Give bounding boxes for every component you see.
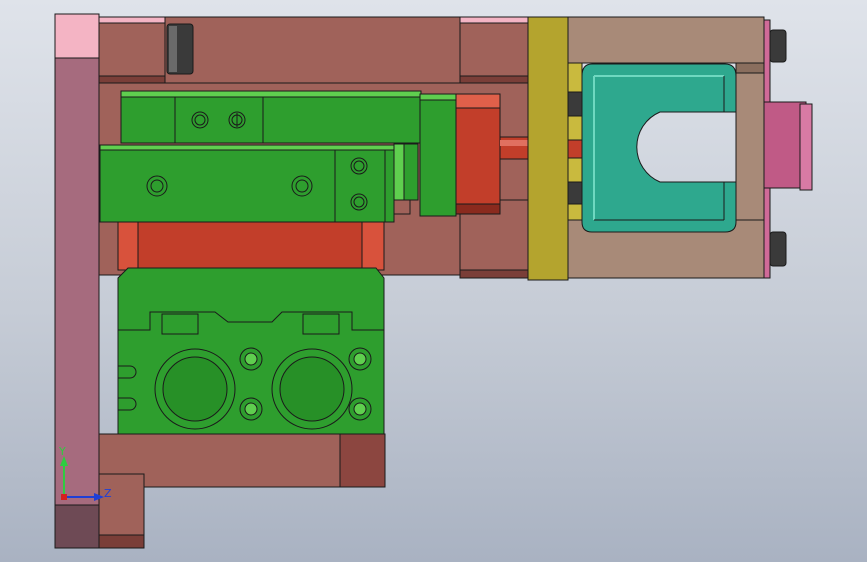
y-axis-label: Y — [58, 445, 66, 458]
top-plate — [98, 16, 530, 84]
magenta-cylinder — [763, 19, 813, 279]
origin-marker — [61, 494, 67, 500]
teal-u-block — [581, 63, 737, 233]
z-axis-label: Z — [104, 487, 112, 500]
left-vertical-plate — [54, 13, 100, 549]
green-cavity-block — [117, 267, 385, 435]
mold-assembly-drawing: Y Z — [54, 13, 813, 549]
green-lower-slider — [99, 143, 419, 223]
red-core-block — [117, 221, 385, 271]
cad-viewport[interactable]: Y Z — [0, 0, 867, 562]
bottom-plate — [98, 433, 386, 549]
